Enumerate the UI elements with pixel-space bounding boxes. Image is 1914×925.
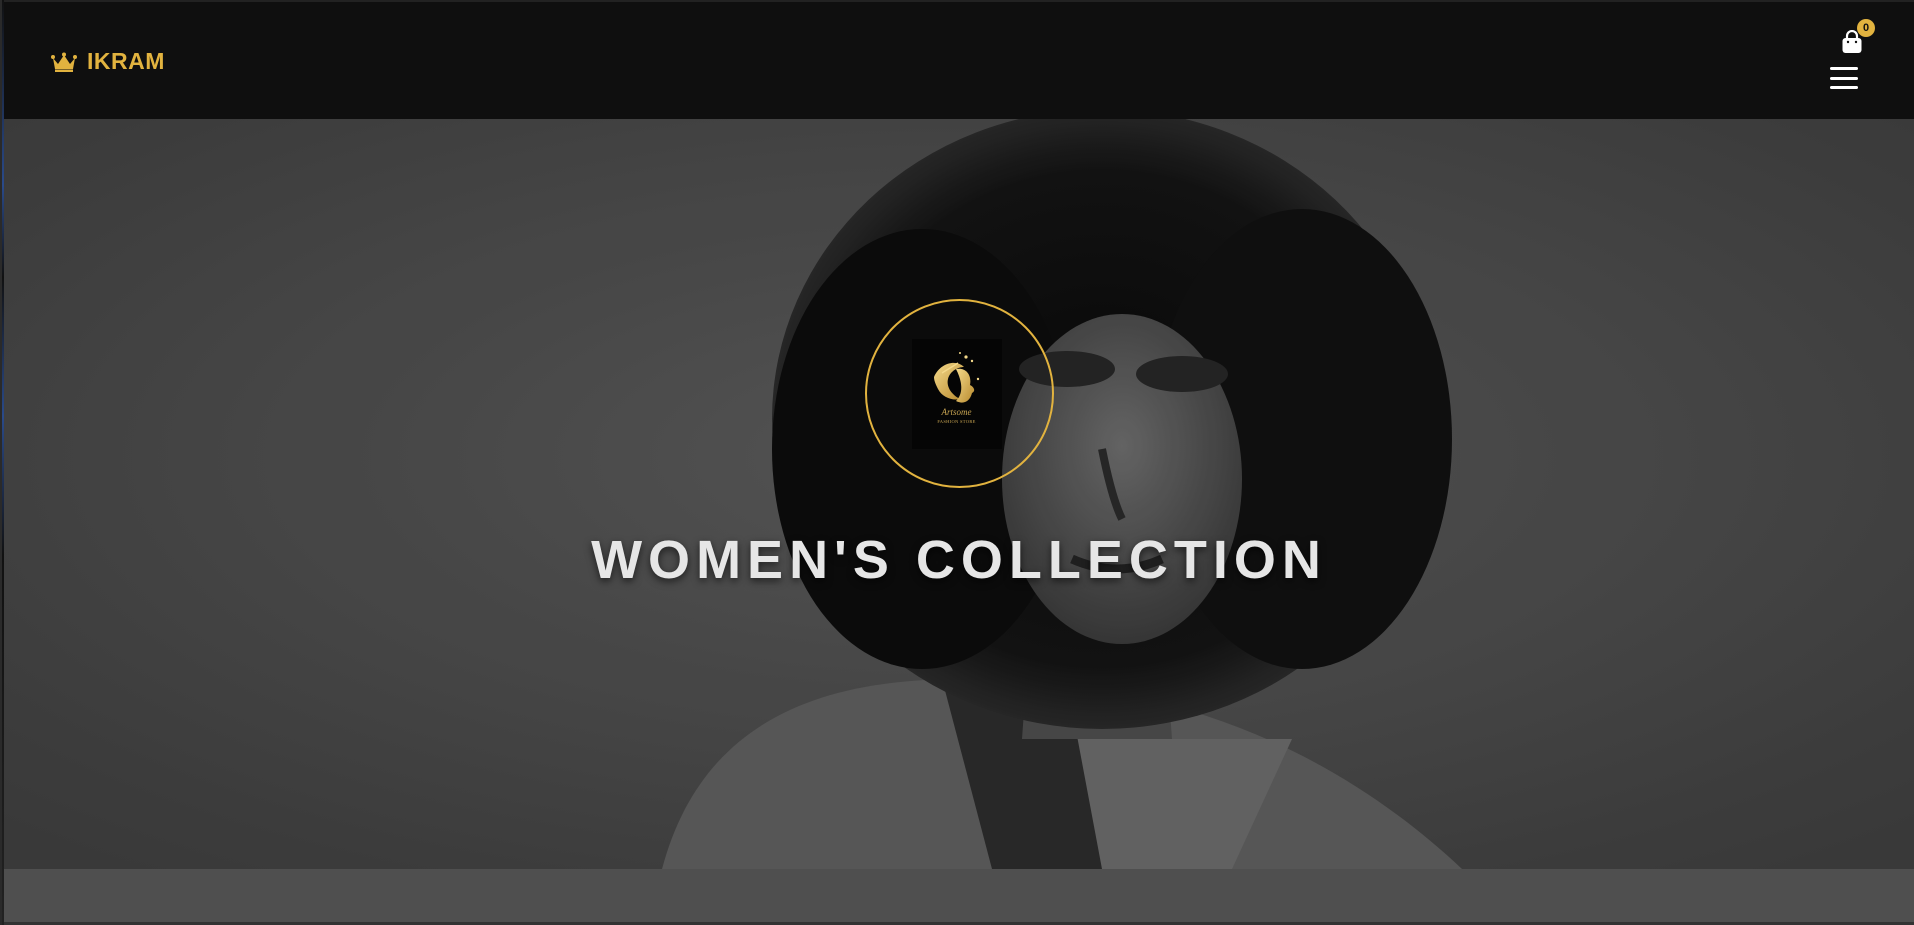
brand-name: IKRAM (87, 48, 165, 74)
menu-bar-top (1830, 67, 1858, 70)
hamburger-menu-icon[interactable] (1830, 67, 1858, 89)
hero-dark-overlay (2, 119, 1914, 869)
store-emblem-circle: Artsome FASHION STORE (865, 299, 1054, 488)
window-edge (2, 0, 4, 925)
woman-silhouette-logo-icon: Artsome FASHION STORE (911, 338, 1002, 449)
page-frame: IKRAM 0 Artsome FASHION STORE WOMEN'S CO… (0, 0, 1914, 925)
hero-section: Artsome FASHION STORE WOMEN'S COLLECTION (2, 119, 1914, 869)
menu-bar-middle (1830, 76, 1858, 80)
cart-button[interactable]: 0 (1841, 19, 1875, 56)
emblem-script-text: Artsome (941, 406, 972, 417)
emblem-caption-text: FASHION STORE (937, 418, 976, 424)
brand-logo-link[interactable]: IKRAM (51, 48, 165, 75)
hero-title: WOMEN'S COLLECTION (591, 530, 1327, 590)
next-section-strip (2, 869, 1914, 925)
cart-count-badge: 0 (1857, 19, 1875, 37)
crown-icon (51, 52, 77, 72)
top-navbar: IKRAM 0 (2, 0, 1914, 119)
menu-bar-bottom (1830, 86, 1858, 89)
